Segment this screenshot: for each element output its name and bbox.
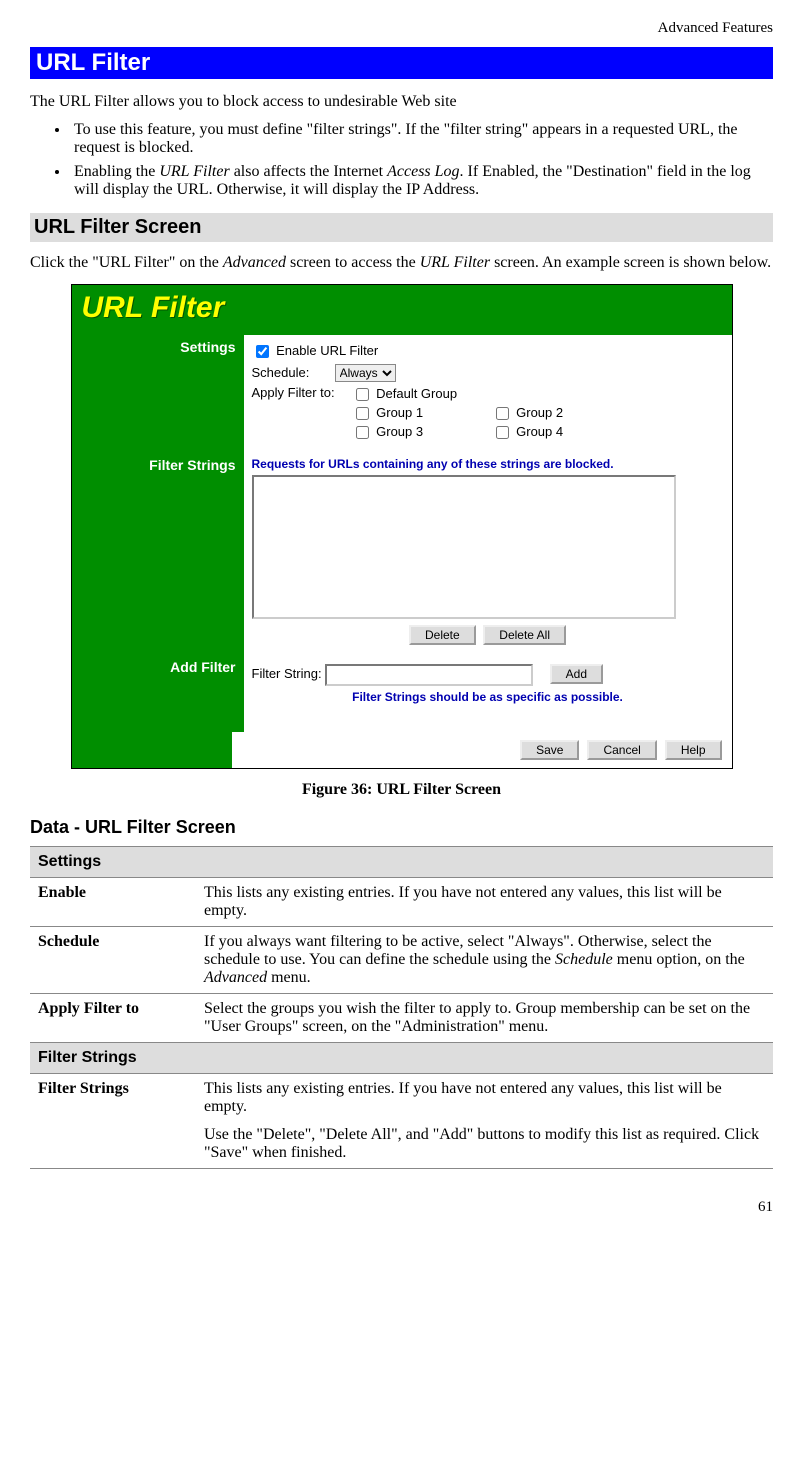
row-apply-label: Apply Filter to: [30, 994, 196, 1043]
page-number: 61: [30, 1199, 773, 1216]
intro-text: The URL Filter allows you to block acces…: [30, 93, 773, 111]
group3-label: Group 3: [376, 424, 423, 439]
filter-strings-note: Requests for URLs containing any of thes…: [252, 457, 724, 471]
bullet-2-mid: also affects the Internet: [230, 163, 387, 180]
add-filter-note: Filter Strings should be as specific as …: [252, 690, 724, 704]
ss-add-filter-label: Add Filter: [72, 655, 244, 732]
bullet-1-text: To use this feature, you must define "fi…: [74, 121, 738, 156]
page-header-right: Advanced Features: [30, 20, 773, 37]
delete-all-button[interactable]: Delete All: [483, 625, 566, 645]
enable-url-filter-checkbox[interactable]: [256, 345, 269, 358]
bullet-1: To use this feature, you must define "fi…: [70, 121, 773, 157]
r2-i2: Advanced: [204, 969, 267, 986]
bullet-2-i2: Access Log: [387, 163, 459, 180]
schedule-label: Schedule:: [252, 365, 310, 380]
bullet-2: Enabling the URL Filter also affects the…: [70, 163, 773, 199]
row-fs-label: Filter Strings: [30, 1074, 196, 1169]
default-group-label: Default Group: [376, 386, 457, 401]
row-enable-val: This lists any existing entries. If you …: [196, 878, 773, 927]
row-apply-val: Select the groups you wish the filter to…: [196, 994, 773, 1043]
group2-label: Group 2: [516, 405, 563, 420]
data-table: Settings Enable This lists any existing …: [30, 846, 773, 1169]
save-button[interactable]: Save: [520, 740, 579, 760]
group4-checkbox[interactable]: [496, 426, 509, 439]
schedule-select[interactable]: Always: [335, 364, 396, 382]
default-group-checkbox[interactable]: [356, 388, 369, 401]
help-button[interactable]: Help: [665, 740, 722, 760]
para-1: Click the "URL Filter" on the Advanced s…: [30, 254, 773, 272]
table-row: Filter Strings This lists any existing e…: [30, 1074, 773, 1169]
para1-pre: Click the "URL Filter" on the: [30, 254, 223, 271]
r2-post: menu.: [267, 969, 311, 986]
group3-checkbox[interactable]: [356, 426, 369, 439]
group2-checkbox[interactable]: [496, 407, 509, 420]
ss-settings-label: Settings: [72, 335, 244, 453]
screenshot-figure: URL Filter Settings Enable URL Filter Sc…: [71, 284, 733, 769]
data-heading: Data - URL Filter Screen: [30, 817, 773, 838]
r2-mid: menu option, on the: [613, 951, 745, 968]
group1-label: Group 1: [376, 405, 423, 420]
table-row: Apply Filter to Select the groups you wi…: [30, 994, 773, 1043]
group1-checkbox[interactable]: [356, 407, 369, 420]
filter-string-input-label: Filter String:: [252, 666, 322, 681]
cancel-button[interactable]: Cancel: [587, 740, 656, 760]
para1-post: screen. An example screen is shown below…: [490, 254, 771, 271]
bullet-2-pre: Enabling the: [74, 163, 159, 180]
screenshot-title: URL Filter: [72, 285, 732, 335]
group4-label: Group 4: [516, 424, 563, 439]
add-button[interactable]: Add: [550, 664, 603, 684]
section-heading-1: URL Filter Screen: [30, 213, 773, 242]
filter-string-input[interactable]: [325, 664, 533, 686]
enable-label: Enable URL Filter: [276, 343, 378, 358]
table-row: Schedule If you always want filtering to…: [30, 927, 773, 994]
para1-i1: Advanced: [223, 254, 286, 271]
filter-strings-listbox[interactable]: [252, 475, 676, 619]
table-row: Enable This lists any existing entries. …: [30, 878, 773, 927]
bullet-list: To use this feature, you must define "fi…: [30, 121, 773, 199]
bullet-2-i1: URL Filter: [159, 163, 229, 180]
r4-p1: This lists any existing entries. If you …: [204, 1080, 765, 1116]
delete-button[interactable]: Delete: [409, 625, 476, 645]
row-schedule-val: If you always want filtering to be activ…: [196, 927, 773, 994]
row-fs-val: This lists any existing entries. If you …: [196, 1074, 773, 1169]
ss-filter-strings-label: Filter Strings: [72, 453, 244, 655]
row-enable-label: Enable: [30, 878, 196, 927]
apply-filter-label: Apply Filter to:: [252, 385, 352, 442]
table-section-filterstrings: Filter Strings: [30, 1043, 773, 1074]
para1-mid: screen to access the: [286, 254, 420, 271]
r4-p2: Use the "Delete", "Delete All", and "Add…: [204, 1126, 765, 1162]
table-section-settings: Settings: [30, 847, 773, 878]
para1-i2: URL Filter: [420, 254, 490, 271]
r2-i1: Schedule: [555, 951, 613, 968]
row-schedule-label: Schedule: [30, 927, 196, 994]
title-bar: URL Filter: [30, 47, 773, 79]
figure-caption: Figure 36: URL Filter Screen: [30, 781, 773, 799]
